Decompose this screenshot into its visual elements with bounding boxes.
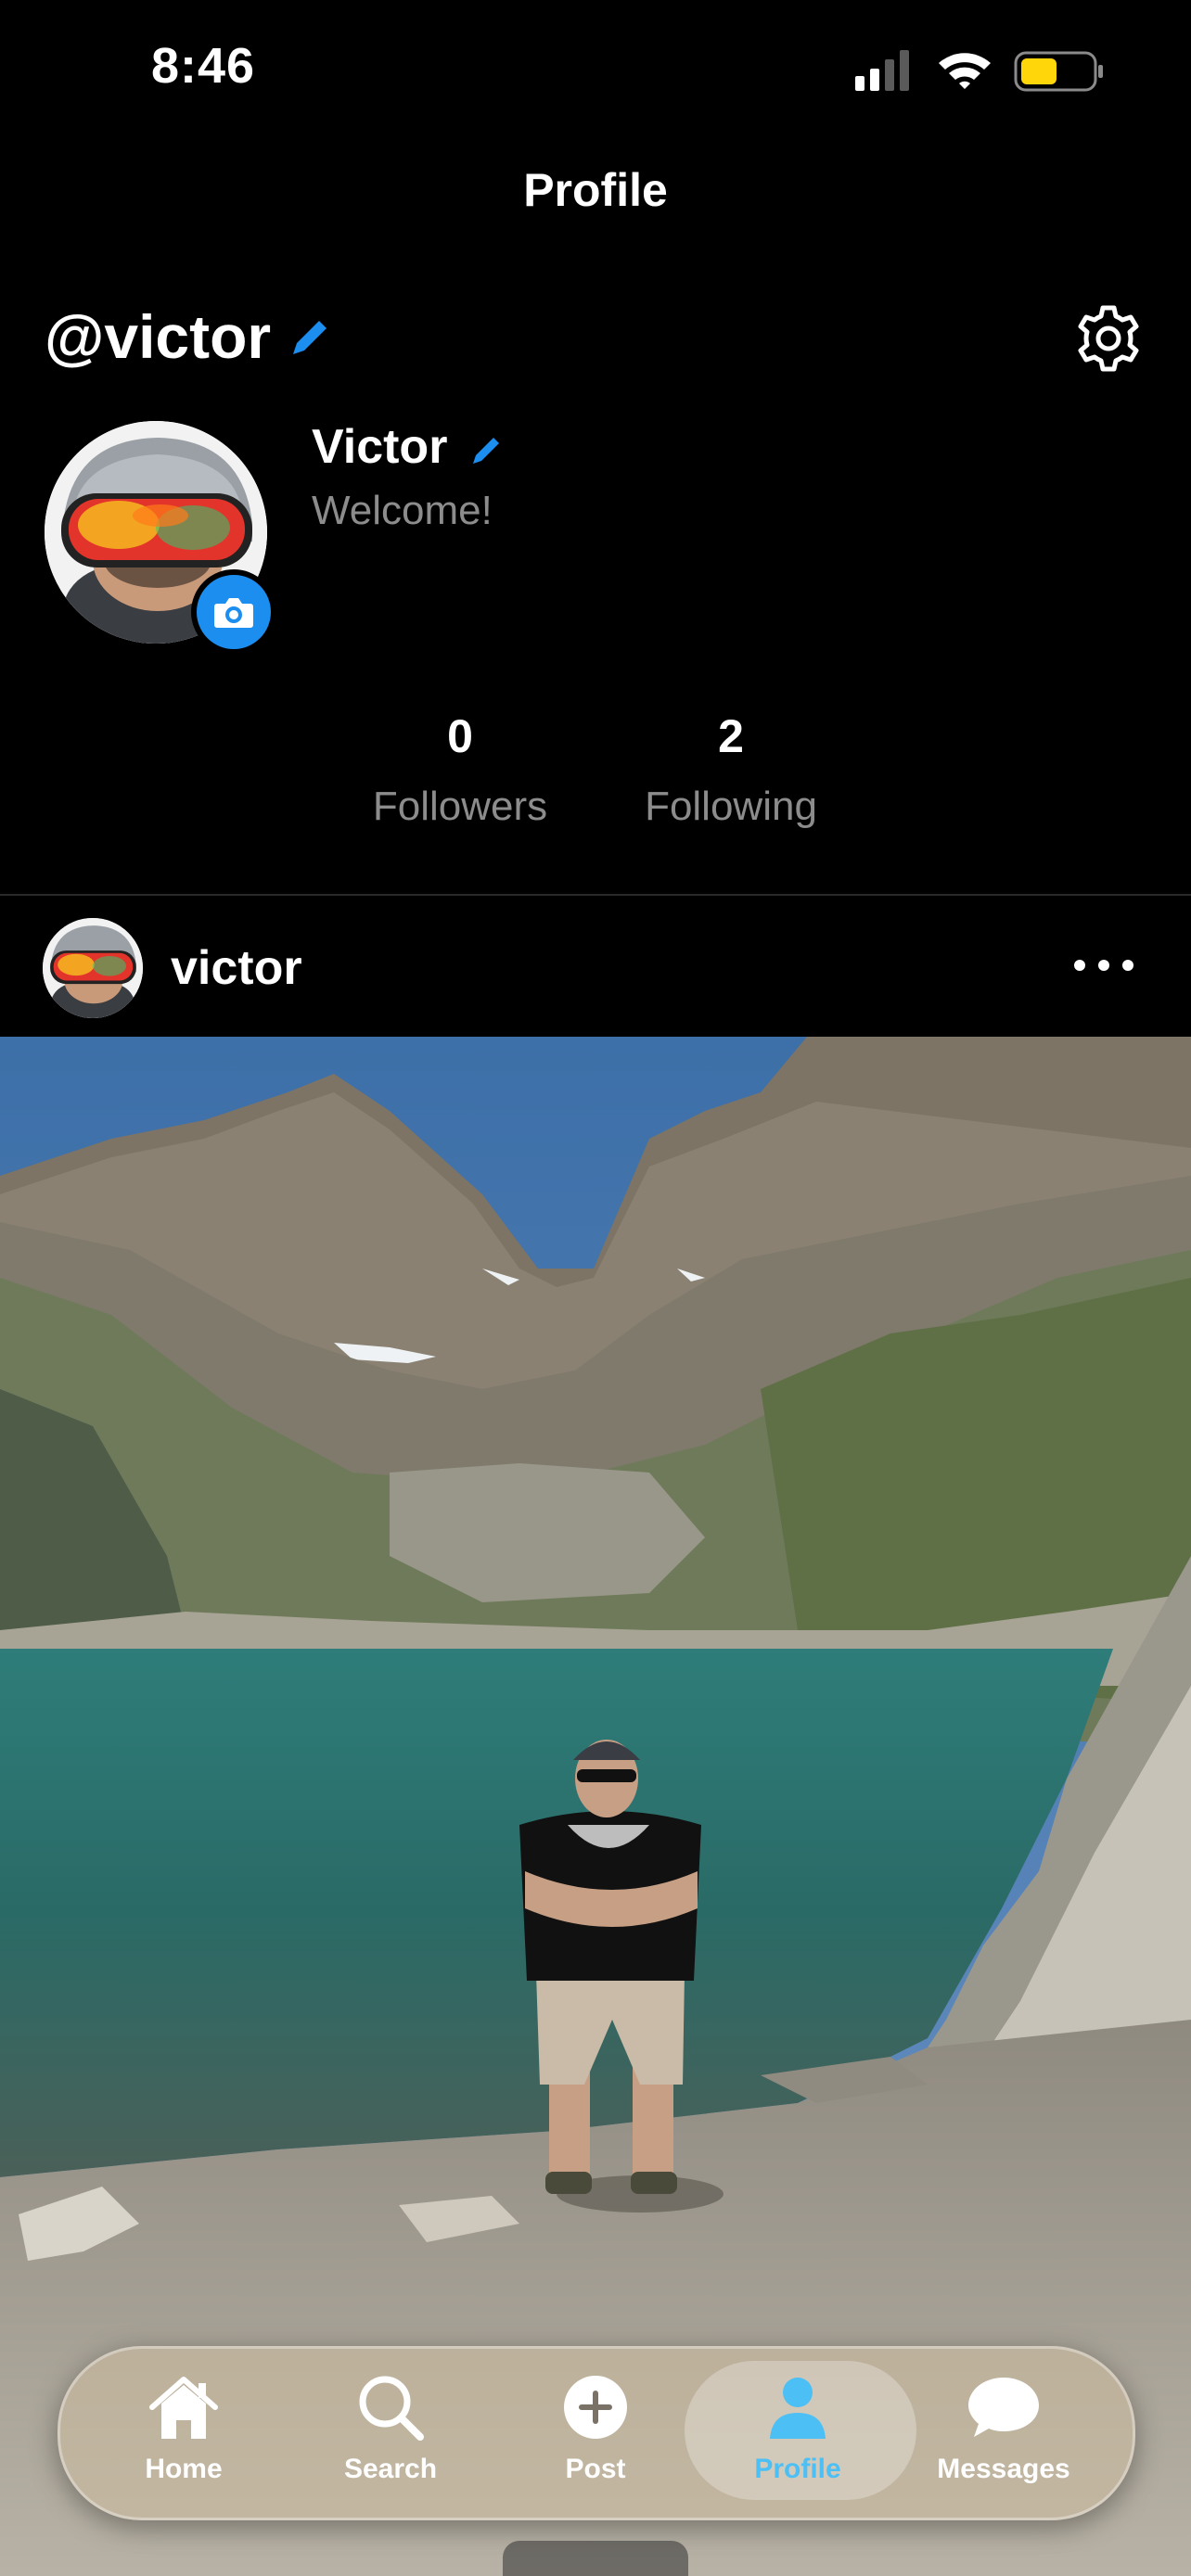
followers-count: 0 — [447, 710, 473, 762]
profile-bio: Welcome! — [312, 488, 493, 533]
section-divider — [0, 894, 1191, 896]
search-icon — [359, 2376, 424, 2441]
wifi-icon — [939, 53, 991, 89]
camera-icon — [214, 598, 253, 628]
page-title: Profile — [523, 164, 668, 216]
following-label: Following — [645, 784, 817, 829]
tab-label: Search — [343, 2454, 438, 2484]
home-icon — [149, 2377, 218, 2439]
post-photo[interactable] — [0, 1037, 1191, 2576]
tab-profile[interactable]: Profile — [686, 2363, 909, 2502]
tab-post[interactable]: Post — [484, 2363, 707, 2502]
tab-label: Messages — [937, 2454, 1070, 2484]
post-username[interactable]: victor — [171, 940, 302, 996]
more-options-icon[interactable] — [1069, 951, 1139, 979]
tab-search[interactable]: Search — [279, 2363, 502, 2502]
profile-handle: @victor — [45, 302, 272, 371]
tab-label: Post — [565, 2454, 626, 2484]
tab-messages[interactable]: Messages — [892, 2363, 1115, 2502]
followers-label: Followers — [372, 784, 548, 829]
chat-bubble-icon — [968, 2378, 1039, 2437]
display-name: Victor — [312, 420, 448, 474]
post-author-avatar[interactable] — [43, 918, 143, 1018]
following-stat[interactable]: 2 Following — [610, 709, 852, 830]
tab-home[interactable]: Home — [72, 2363, 295, 2502]
person-icon — [770, 2378, 826, 2439]
change-photo-button[interactable] — [191, 569, 276, 655]
avatar-image — [43, 918, 143, 1018]
followers-stat[interactable]: 0 Followers — [339, 709, 581, 830]
plus-circle-icon — [564, 2376, 627, 2439]
tab-label: Profile — [754, 2454, 841, 2484]
edit-name-icon[interactable] — [469, 434, 503, 467]
battery-icon — [1014, 51, 1103, 92]
edit-handle-icon[interactable] — [288, 317, 330, 360]
status-icons — [855, 50, 1103, 92]
following-count: 2 — [718, 710, 744, 762]
settings-gear-icon[interactable] — [1074, 304, 1143, 373]
tab-label: Home — [145, 2454, 223, 2484]
home-indicator — [503, 2541, 688, 2576]
status-time: 8:46 — [151, 38, 256, 94]
cellular-signal-icon — [855, 50, 909, 91]
